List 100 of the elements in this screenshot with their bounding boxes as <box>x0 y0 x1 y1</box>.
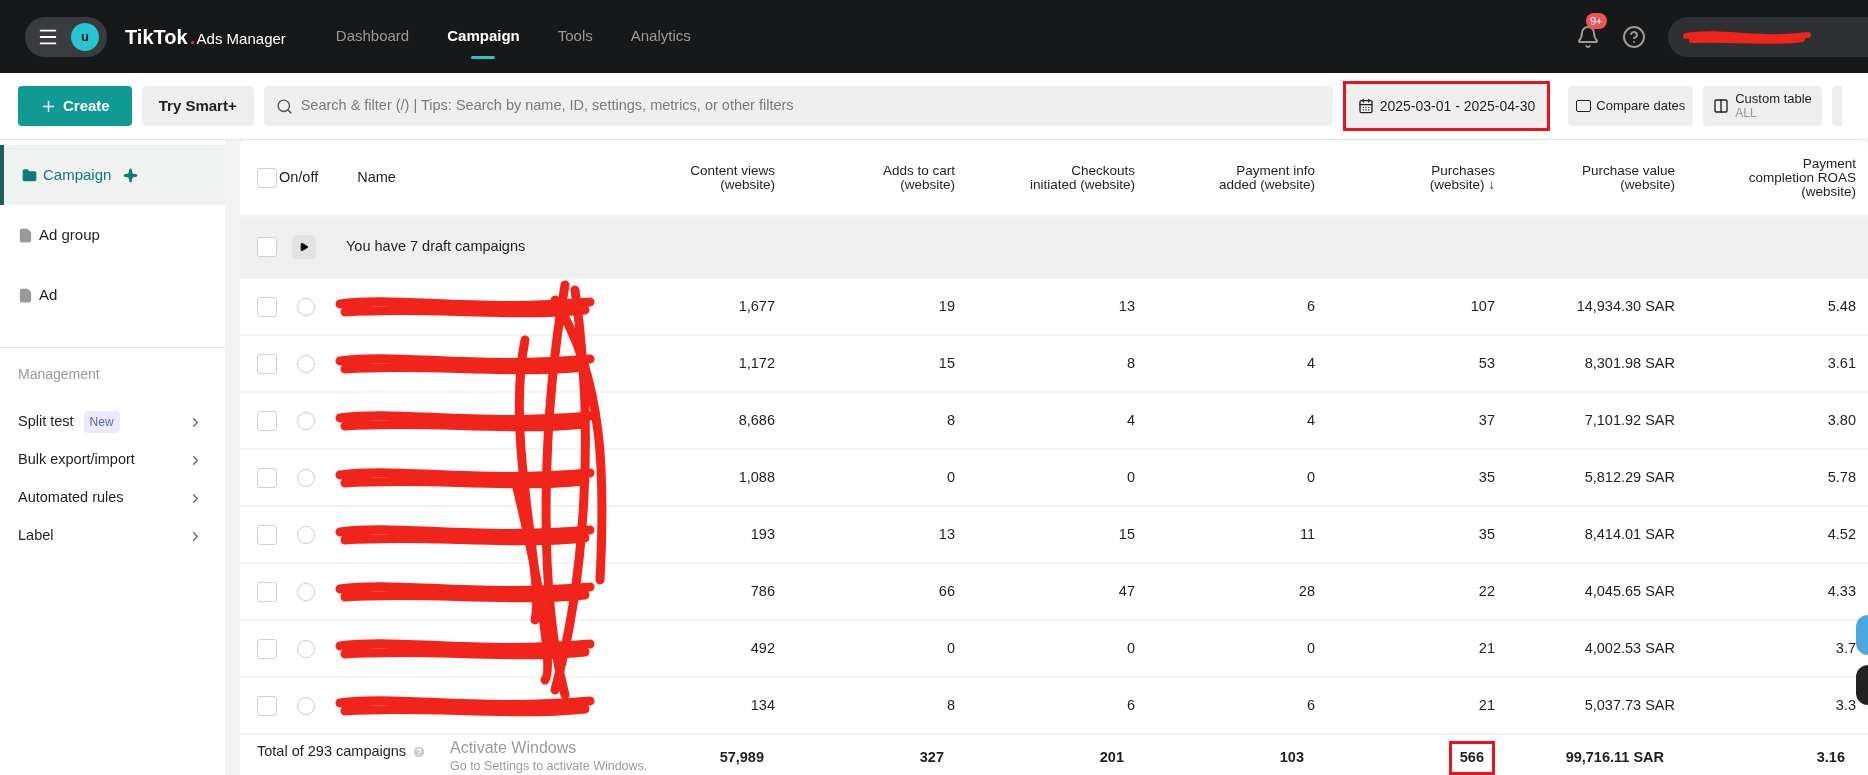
column-header[interactable]: Content views (website) <box>690 163 775 192</box>
campaign-row[interactable]: 8,686 8 4 4 37 7,101.92 SAR 3.80 <box>240 393 1868 448</box>
table-cell-text: 6 <box>1125 695 1136 715</box>
table-cell-text: 15 <box>1117 524 1136 544</box>
column-header[interactable]: Payment completion ROAS (website) <box>1748 156 1856 199</box>
search-input[interactable]: Search & filter (/) | Tips: Search by name, ID, settings, metrics, or other filters <box>300 95 1321 117</box>
table-cell-text: 19 <box>937 296 956 316</box>
table-cell-text: 21 <box>1477 638 1496 658</box>
menu-toggle[interactable]: u <box>25 16 107 57</box>
table-cell-text: 4,002.53 SAR <box>1583 638 1676 658</box>
table-cell-text: 66 <box>937 581 956 601</box>
total-cell-text: 3.16 <box>1815 748 1846 767</box>
table-cell-text: 0 <box>1125 638 1136 658</box>
activation-title: Activate Windows <box>450 739 578 757</box>
row-checkbox[interactable] <box>257 167 277 188</box>
custom-table-scope: ALL <box>1735 106 1758 120</box>
campaign-row[interactable]: 1,088 0 0 0 35 5,812.29 SAR 5.78 <box>240 450 1868 505</box>
table-cell-text: 4 <box>1305 410 1316 430</box>
column-header: Name <box>357 167 396 187</box>
row-checkbox[interactable] <box>257 638 277 659</box>
management-item[interactable]: Bulk export/import <box>0 441 225 479</box>
management-item[interactable]: Label <box>0 517 225 555</box>
column-header[interactable]: Checkouts initiated (website) <box>1029 163 1135 192</box>
vs-icon <box>1576 100 1592 112</box>
nav-tab[interactable]: Tools <box>557 0 593 73</box>
table-cell-text: 4.33 <box>1826 581 1857 601</box>
table-cell-text: 1,088 <box>737 467 776 487</box>
custom-table-button[interactable]: Custom table ALL <box>1703 86 1822 126</box>
calendar-icon <box>1357 98 1374 114</box>
management-label: Label <box>18 526 54 546</box>
table-cell-text: 53 <box>1477 353 1496 373</box>
level-tab[interactable]: Ad <box>0 265 225 325</box>
sparkle-icon <box>123 167 139 183</box>
search-field[interactable]: Search & filter (/) | Tips: Search by name, ID, settings, metrics, or other filters <box>263 86 1333 126</box>
table-cell-text: 28 <box>1297 581 1316 601</box>
account-switcher[interactable] <box>1668 16 1868 57</box>
campaign-row[interactable]: 193 13 15 11 35 8,414.01 SAR 4.52 <box>240 507 1868 562</box>
column-header[interactable]: Purchase value (website) <box>1581 163 1675 192</box>
campaign-row[interactable]: 786 66 47 28 22 4,045.65 SAR 4.33 <box>240 564 1868 619</box>
compare-dates-button[interactable]: Compare dates <box>1568 86 1694 126</box>
total-cell-text: 99,716.11 SAR <box>1564 748 1665 767</box>
campaign-row[interactable]: 492 0 0 0 21 4,002.53 SAR 3.7 <box>240 621 1868 676</box>
activation-message: Go to Settings to activate Windows. <box>450 758 648 775</box>
play-icon <box>299 242 309 252</box>
row-checkbox[interactable] <box>257 695 277 716</box>
management-item[interactable]: Split test New <box>0 403 225 441</box>
table-cell-text: 492 <box>749 638 776 658</box>
row-checkbox[interactable] <box>257 410 277 431</box>
nav-tab[interactable]: Analytics <box>630 0 691 73</box>
level-tab[interactable]: Campaign <box>0 145 225 205</box>
column-header[interactable]: Adds to cart (website) <box>882 163 955 192</box>
table-cell-text: 3.3 <box>1834 695 1857 715</box>
table-cell-text: 4.52 <box>1826 524 1857 544</box>
row-checkbox[interactable] <box>257 237 277 257</box>
product-name: Ads Manager <box>196 28 286 49</box>
column-header[interactable]: Purchases (website) ↓ <box>1429 163 1495 192</box>
campaign-row[interactable]: 1,172 15 8 4 53 8,301.98 SAR 3.61 <box>240 336 1868 391</box>
nav-tab[interactable]: Campaign <box>447 0 520 73</box>
table-cell-text: 5.78 <box>1826 467 1857 487</box>
total-cell-text: 57,989 <box>718 748 765 767</box>
table-cell-text: 3.80 <box>1826 410 1857 430</box>
table-cell-text: 0 <box>1125 467 1136 487</box>
table-cell-text: 4 <box>1125 410 1136 430</box>
nav-tab[interactable]: Dashboard <box>335 0 410 73</box>
row-checkbox[interactable] <box>257 467 277 488</box>
draft-campaigns-text: You have 7 draft campaigns <box>346 237 526 257</box>
table-cell-text: 3.7 <box>1834 638 1857 658</box>
table-cell-text: 107 <box>1469 296 1496 316</box>
column-header: On/off <box>279 167 319 187</box>
table-cell-text: 0 <box>1305 638 1316 658</box>
campaign-row[interactable]: 1,677 19 13 6 107 14,934.30 SAR 5.48 <box>240 279 1868 334</box>
table-cell-text: 21 <box>1477 695 1496 715</box>
bell-icon[interactable] <box>1576 24 1600 49</box>
column-header[interactable]: Payment info added (website) <box>1218 163 1315 192</box>
date-range-picker[interactable]: 2025-03-01 - 2025-04-30 <box>1342 81 1551 131</box>
table-cell-text: 193 <box>749 524 776 544</box>
management-label: Automated rules <box>18 488 124 508</box>
row-checkbox[interactable] <box>257 524 277 545</box>
new-badge: New <box>83 411 120 433</box>
level-tab[interactable]: Ad group <box>0 205 225 265</box>
smart-plus-button[interactable]: Try Smart+ <box>141 86 254 126</box>
table-cell-text: 8 <box>945 695 956 715</box>
help-icon[interactable] <box>1622 24 1646 49</box>
table-cell-text: 134 <box>749 695 776 715</box>
table-cell-text: 4 <box>1305 353 1316 373</box>
campaign-row[interactable]: 134 8 6 6 21 5,037.73 SAR 3.3 <box>240 678 1868 733</box>
row-checkbox[interactable] <box>257 353 277 374</box>
table-cell-text: 15 <box>937 353 956 373</box>
custom-table-label: Custom table <box>1735 92 1812 106</box>
table-cell-text: 4,045.65 SAR <box>1583 581 1676 601</box>
table-cell-text: 13 <box>937 524 956 544</box>
table-cell-text: 6 <box>1305 296 1316 316</box>
management-item[interactable]: Automated rules <box>0 479 225 517</box>
row-checkbox[interactable] <box>257 581 277 602</box>
section-heading: Management <box>17 365 101 384</box>
table-cell-text: 6 <box>1305 695 1316 715</box>
expand-button[interactable] <box>292 235 316 259</box>
table-cell-text: 0 <box>1305 467 1316 487</box>
user-avatar[interactable]: u <box>71 22 99 51</box>
row-checkbox[interactable] <box>257 296 277 317</box>
